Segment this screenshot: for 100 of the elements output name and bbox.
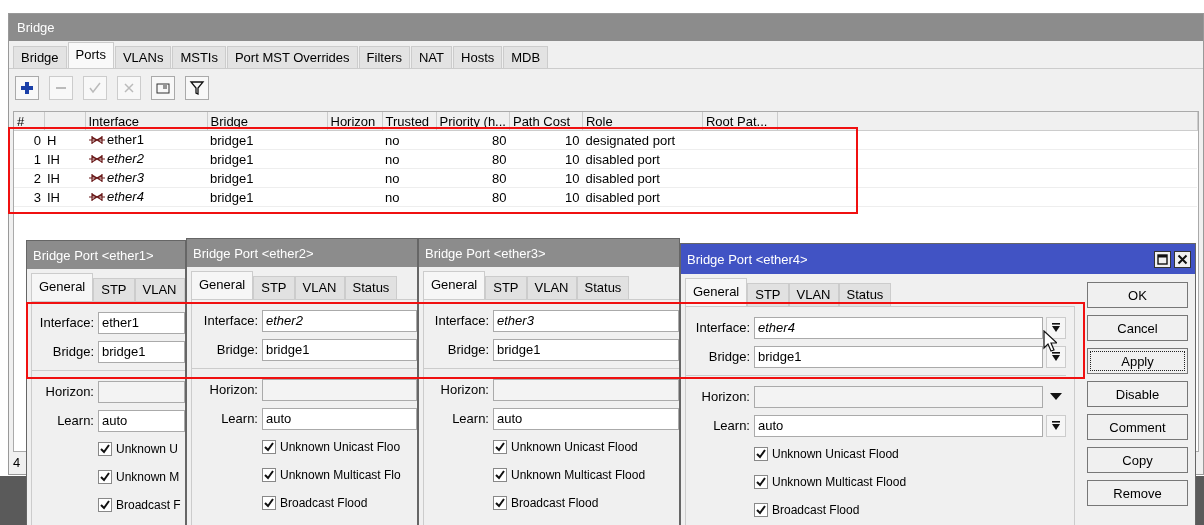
field-label: Interface:: [202, 313, 259, 328]
field-label: Interface:: [38, 315, 95, 330]
maximize-button[interactable]: [1154, 250, 1171, 268]
table-cell: 1: [14, 149, 44, 169]
input-field[interactable]: auto: [493, 407, 679, 430]
field-label: Horizon:: [439, 382, 490, 397]
input-field[interactable]: ether4: [754, 316, 1043, 339]
table-cell: IH: [44, 149, 85, 169]
dropdown-button[interactable]: [1046, 414, 1066, 437]
checkbox[interactable]: [262, 440, 276, 454]
dropdown-arrow-icon[interactable]: [1050, 393, 1062, 400]
input-field[interactable]: bridge1: [754, 345, 1043, 368]
input-field[interactable]: ether1: [98, 311, 185, 334]
input-field[interactable]: bridge1: [493, 338, 679, 361]
dialog-button[interactable]: OK: [1087, 282, 1188, 308]
field-label: Interface:: [694, 320, 751, 335]
tab[interactable]: Ports: [67, 42, 114, 68]
checkbox[interactable]: [493, 496, 507, 510]
dialog-button[interactable]: Remove: [1087, 480, 1188, 506]
checkbox[interactable]: [754, 447, 768, 461]
checkbox-label: Unknown Unicast Flood: [772, 447, 899, 461]
table-cell: H: [44, 130, 85, 150]
tab[interactable]: VLANs: [114, 46, 172, 68]
checkbox[interactable]: [98, 470, 112, 484]
checkbox[interactable]: [262, 468, 276, 482]
field-label: Bridge:: [215, 342, 259, 357]
table-cell: IH: [44, 187, 85, 207]
interface-icon: [88, 172, 106, 183]
table-cell: no: [382, 149, 436, 169]
tab[interactable]: Bridge: [13, 46, 67, 68]
tab[interactable]: VLAN: [526, 276, 577, 299]
tab[interactable]: STP: [253, 276, 295, 299]
field-label: Learn:: [451, 411, 490, 426]
window-title: Bridge Port <ether2>: [193, 245, 315, 261]
tab[interactable]: Port MST Overrides: [226, 46, 358, 68]
field-label: Horizon:: [44, 384, 95, 399]
dialog-button[interactable]: Apply: [1087, 348, 1188, 374]
tab[interactable]: General: [191, 271, 254, 299]
checkbox-label: Unknown Multicast Flood: [772, 475, 907, 489]
table-cell: 10: [509, 130, 583, 150]
tab[interactable]: MSTIs: [172, 46, 226, 68]
tab[interactable]: STP: [485, 276, 527, 299]
tab[interactable]: NAT: [410, 46, 452, 68]
checkbox[interactable]: [98, 498, 112, 512]
dropdown-button[interactable]: [1046, 345, 1066, 368]
tab[interactable]: Filters: [358, 46, 410, 68]
checkbox[interactable]: [493, 440, 507, 454]
input-field[interactable]: [754, 385, 1043, 408]
dialog-button[interactable]: Comment: [1087, 414, 1188, 440]
tab[interactable]: VLAN: [134, 278, 185, 301]
tab[interactable]: STP: [93, 278, 135, 301]
checkbox[interactable]: [754, 475, 768, 489]
input-field[interactable]: ether2: [262, 309, 417, 332]
input-field[interactable]: ether3: [493, 309, 679, 332]
checkbox[interactable]: [493, 468, 507, 482]
tab[interactable]: VLAN: [294, 276, 345, 299]
dialog-button[interactable]: Copy: [1087, 447, 1188, 473]
toolbar-button[interactable]: [15, 76, 39, 100]
checkbox-label: Unknown Multicast Flo: [280, 468, 401, 482]
input-field[interactable]: [98, 380, 185, 403]
table-cell: no: [382, 130, 436, 150]
input-field[interactable]: auto: [262, 407, 417, 430]
tab[interactable]: Status: [344, 276, 398, 299]
tab[interactable]: General: [31, 273, 94, 301]
checkbox[interactable]: [754, 503, 768, 517]
input-field[interactable]: bridge1: [262, 338, 417, 361]
check-icon: [756, 477, 766, 487]
table-cell: disabled port: [582, 168, 703, 188]
table-cell: bridge1: [207, 149, 327, 169]
checkbox[interactable]: [98, 442, 112, 456]
dialog-button[interactable]: Cancel: [1087, 315, 1188, 341]
field-label: Learn:: [220, 411, 259, 426]
table-cell: no: [382, 187, 436, 207]
input-field[interactable]: auto: [754, 414, 1043, 437]
tab[interactable]: General: [423, 271, 486, 299]
toolbar-button[interactable]: [185, 76, 209, 100]
note-icon: [155, 80, 171, 96]
input-field[interactable]: auto: [98, 409, 185, 432]
tab[interactable]: MDB: [503, 46, 549, 68]
tab[interactable]: Hosts: [453, 46, 503, 68]
close-button[interactable]: [1174, 250, 1191, 268]
tab[interactable]: Status: [576, 276, 630, 299]
check-icon: [100, 472, 110, 482]
dialog-button[interactable]: Disable: [1087, 381, 1188, 407]
interface-icon: [88, 153, 106, 164]
input-field[interactable]: [493, 378, 679, 401]
interface-icon: [88, 134, 106, 145]
checkbox[interactable]: [262, 496, 276, 510]
input-field[interactable]: [262, 378, 417, 401]
table-cell: 2: [14, 168, 44, 188]
table-cell: designated port: [582, 130, 703, 150]
field-label: Interface:: [433, 313, 490, 328]
table-cell: ether1: [107, 132, 144, 148]
cursor-icon: [1043, 330, 1057, 352]
table-cell: 0: [14, 130, 44, 150]
table-cell: 10: [509, 149, 583, 169]
dropdown-button[interactable]: [1046, 316, 1066, 339]
input-field[interactable]: bridge1: [98, 340, 185, 363]
tab[interactable]: STP: [747, 283, 789, 306]
tab[interactable]: General: [685, 278, 748, 306]
